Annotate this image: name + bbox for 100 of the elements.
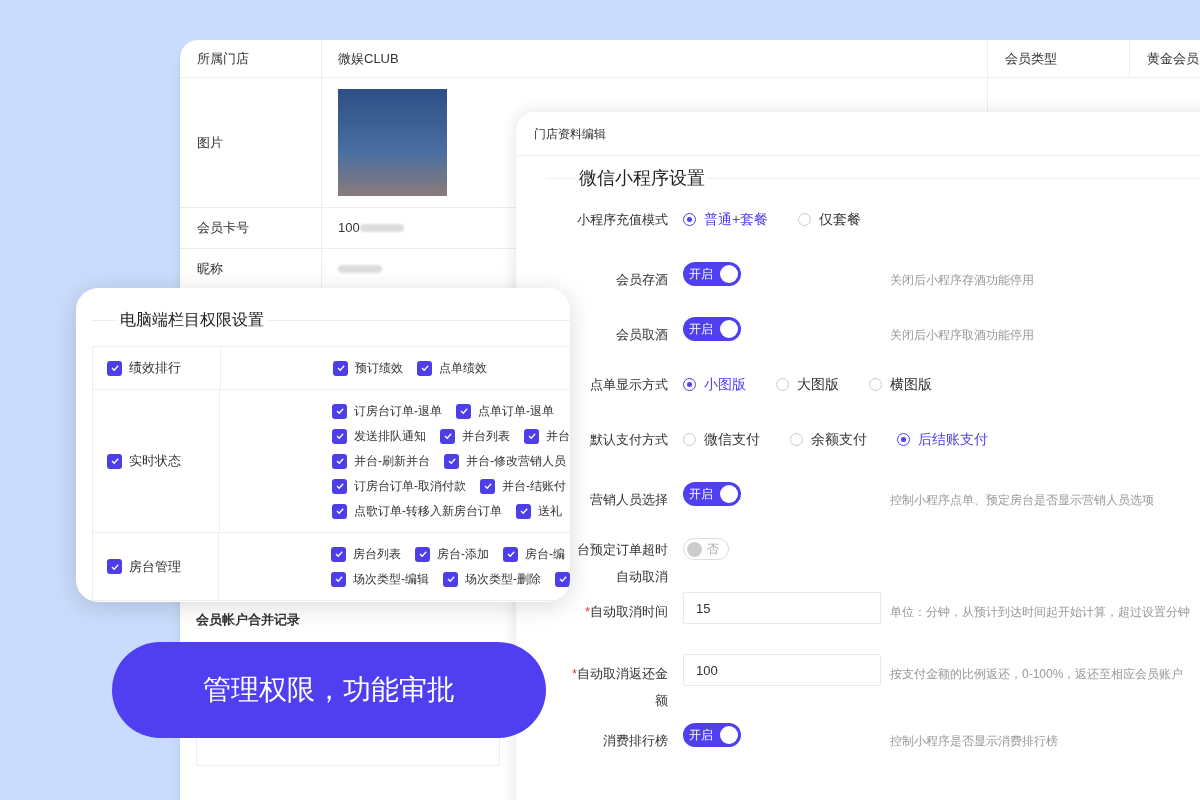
permission-option: 场次类型-删除 xyxy=(465,570,541,588)
radio-label: 后结账支付 xyxy=(918,429,988,449)
field-label: 营销人员选择 xyxy=(590,492,668,507)
permission-option: 点单绩效 xyxy=(439,359,487,377)
checkbox[interactable] xyxy=(332,478,347,494)
field-label: 图片 xyxy=(197,133,223,152)
radio-label: 微信支付 xyxy=(704,429,760,449)
radio-label: 余额支付 xyxy=(811,429,867,449)
check-icon xyxy=(334,456,345,466)
checkbox[interactable] xyxy=(440,428,455,444)
field-label: 会员卡号 xyxy=(197,219,249,238)
checkbox[interactable] xyxy=(107,360,122,376)
field-label: 消费排行榜 xyxy=(603,733,668,748)
check-icon xyxy=(333,549,344,559)
field-value: 微娱CLUB xyxy=(338,49,399,68)
permission-option: 发送排队通知 xyxy=(354,427,426,445)
check-icon xyxy=(446,456,457,466)
check-icon xyxy=(518,506,529,516)
check-icon xyxy=(334,506,345,516)
hint-text: 单位：分钟，从预计到达时间起开始计算，超过设置分钟 xyxy=(890,605,1190,619)
checkbox[interactable] xyxy=(443,571,458,587)
field-label: *自动取消返还金额 xyxy=(571,666,668,708)
permission-label: 房台管理 xyxy=(129,557,181,576)
check-icon xyxy=(557,574,568,584)
section-title: 微信小程序设置 xyxy=(578,167,706,190)
check-icon xyxy=(334,431,345,441)
toggle-switch[interactable]: 开启 xyxy=(683,723,741,747)
checkbox[interactable] xyxy=(503,546,518,562)
permission-option: 房台列表 xyxy=(353,545,401,563)
permission-option: 场次类型-编辑 xyxy=(353,570,429,588)
field-label: 台预定订单超时自动取消 xyxy=(577,542,668,584)
toggle-switch[interactable]: 开启 xyxy=(683,482,741,506)
check-icon xyxy=(333,574,344,584)
checkbox[interactable] xyxy=(332,453,347,469)
field-label: 会员取酒 xyxy=(616,327,668,342)
section-title: 会员帐户合并记录 xyxy=(196,612,300,627)
check-icon xyxy=(482,481,493,491)
checkbox[interactable] xyxy=(331,571,346,587)
checkbox[interactable] xyxy=(516,503,531,519)
check-icon xyxy=(442,431,453,441)
field-value: 100 xyxy=(338,219,360,238)
permission-option: 点单订单-退单 xyxy=(478,402,554,420)
field-label: 昵称 xyxy=(197,260,223,279)
input-field[interactable]: 100 xyxy=(683,654,881,686)
check-icon xyxy=(109,363,120,373)
checkbox[interactable] xyxy=(524,428,539,444)
check-icon xyxy=(505,549,516,559)
checkbox[interactable] xyxy=(415,546,430,562)
checkbox[interactable] xyxy=(444,453,459,469)
toggle-switch[interactable]: 开启 xyxy=(683,317,741,341)
check-icon xyxy=(419,363,430,373)
checkbox[interactable] xyxy=(107,559,122,574)
field-label: 默认支付方式 xyxy=(590,432,668,447)
permission-label: 实时状态 xyxy=(129,452,181,471)
permission-option: 房台-添加 xyxy=(437,545,489,563)
check-icon xyxy=(334,481,345,491)
hint-text: 控制小程序点单、预定房台是否显示营销人员选项 xyxy=(890,493,1154,507)
permission-option: 并台-刷新并台 xyxy=(354,452,430,470)
checkbox[interactable] xyxy=(332,428,347,444)
field-label: 会员类型 xyxy=(1005,49,1057,68)
checkbox[interactable] xyxy=(331,546,346,562)
permission-option: 并台列表 xyxy=(462,427,510,445)
field-label: 会员存酒 xyxy=(616,272,668,287)
hint-text: 按支付金额的比例返还，0-100%，返还至相应会员账户 xyxy=(890,667,1184,681)
permission-option: 订房台订单-退单 xyxy=(354,402,442,420)
field-value: 黄金会员 xyxy=(1147,49,1199,68)
permission-option: 房台-编 xyxy=(525,545,565,563)
banner-text: 管理权限，功能审批 xyxy=(203,673,455,707)
checkbox[interactable] xyxy=(332,403,347,419)
permission-option: 并台-修改营销人员 xyxy=(466,452,566,470)
dialog-title: 门店资料编辑 xyxy=(534,125,606,143)
toggle-switch[interactable]: 开启 xyxy=(683,262,741,286)
permission-option: 送礼 xyxy=(538,502,562,520)
checkbox[interactable] xyxy=(480,478,495,494)
checkbox[interactable] xyxy=(107,453,122,469)
checkbox[interactable] xyxy=(555,571,570,587)
hint-text: 关闭后小程序存酒功能停用 xyxy=(890,273,1034,287)
permission-option: 并台-结账付 xyxy=(502,477,566,495)
radio-label: 仅套餐 xyxy=(819,209,862,229)
checkbox[interactable] xyxy=(456,403,471,419)
checkbox[interactable] xyxy=(332,503,347,519)
permission-option: 并台 xyxy=(546,427,570,445)
checkbox[interactable] xyxy=(333,360,348,376)
check-icon xyxy=(445,574,456,584)
input-field[interactable]: 15 xyxy=(683,592,881,624)
permission-label: 绩效排行 xyxy=(129,359,181,378)
check-icon xyxy=(334,406,345,416)
radio-label: 小图版 xyxy=(704,374,746,394)
hint-text: 关闭后小程序取酒功能停用 xyxy=(890,328,1034,342)
permission-option: 预订绩效 xyxy=(355,359,403,377)
field-label: *自动取消时间 xyxy=(584,604,668,619)
field-label: 所属门店 xyxy=(197,49,249,68)
radio-label: 大图版 xyxy=(797,374,839,394)
check-icon xyxy=(417,549,428,559)
checkbox[interactable] xyxy=(417,360,432,376)
radio-label: 普通+套餐 xyxy=(704,209,769,229)
field-label: 点单显示方式 xyxy=(590,377,668,392)
check-icon xyxy=(526,431,537,441)
field-label: 小程序充值模式 xyxy=(577,212,668,227)
radio-label: 横图版 xyxy=(890,374,932,394)
